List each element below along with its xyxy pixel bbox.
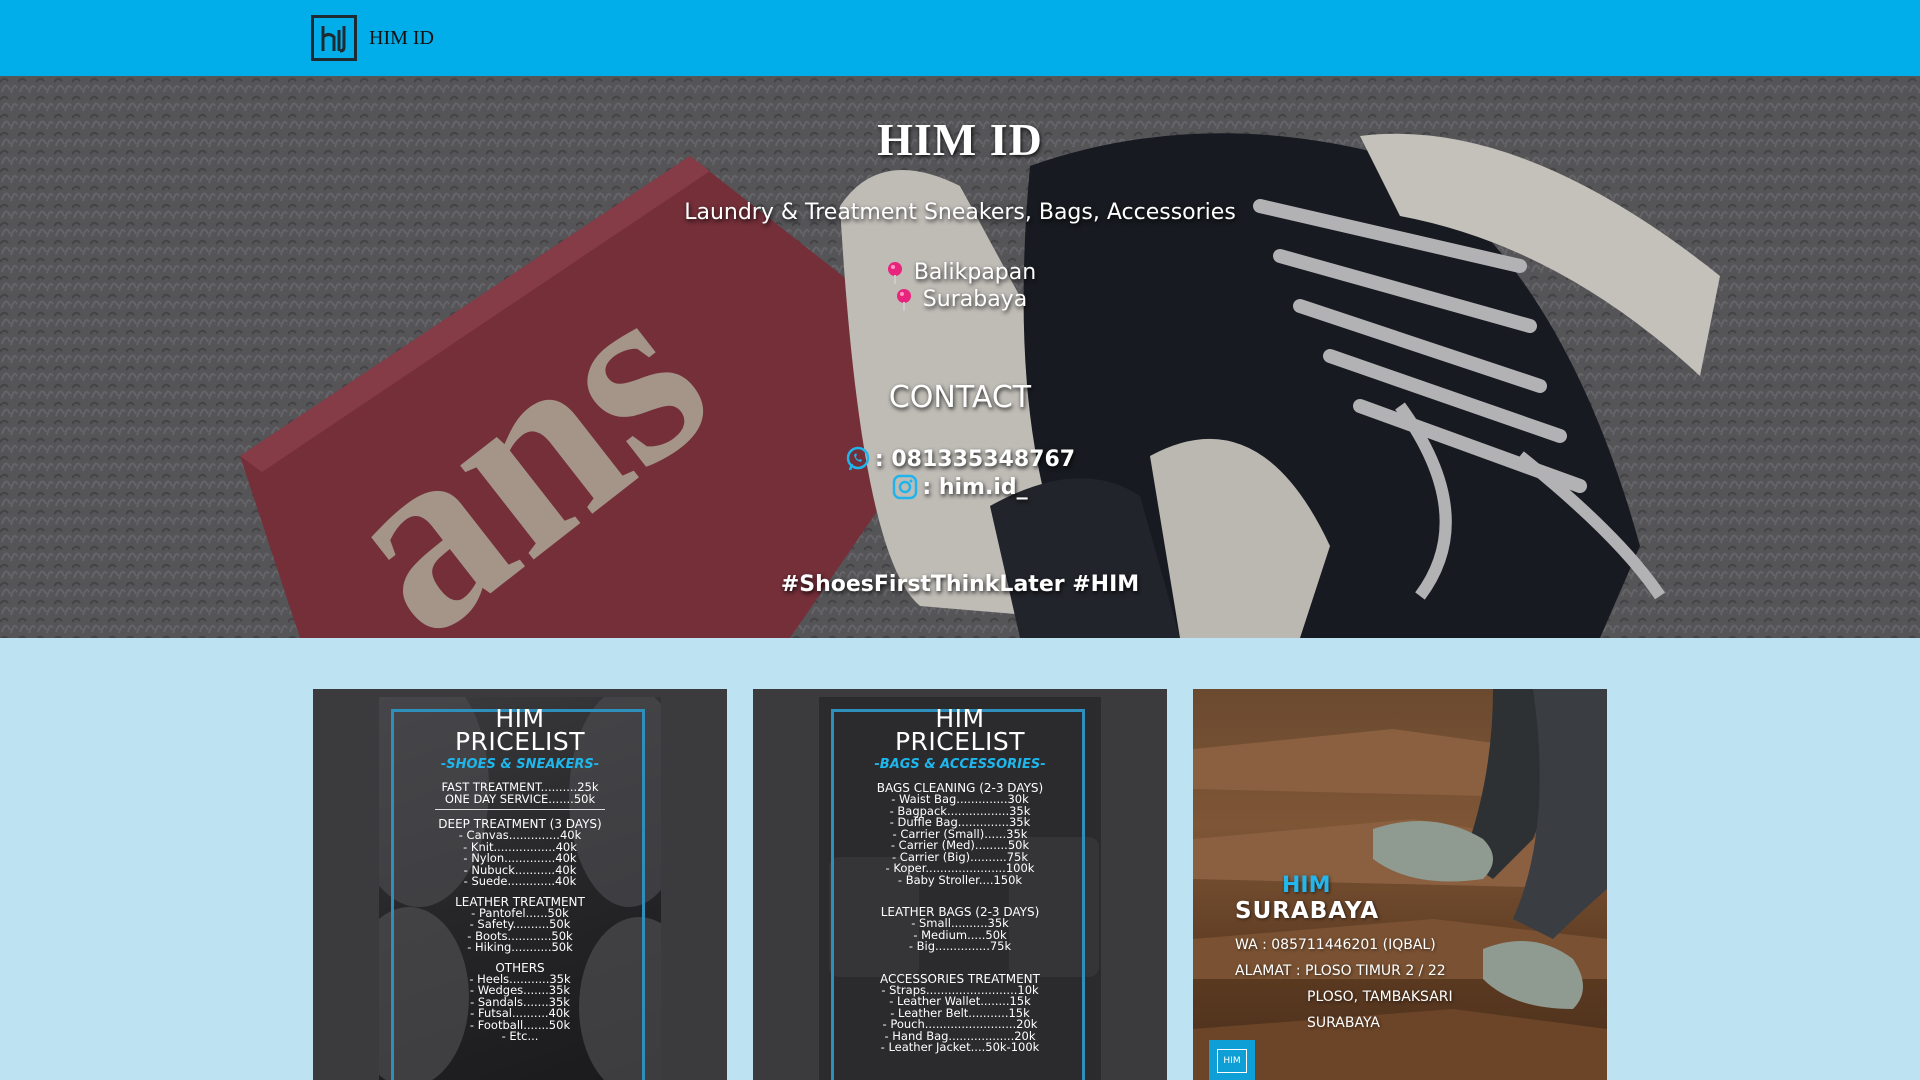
navbar: HIM ID (0, 0, 1920, 76)
surabaya-address: WA : 085711446201 (IQBAL) ALAMAT : PLOSO… (1235, 932, 1453, 1036)
price-line: - Etc... (501, 1029, 539, 1043)
poster-subheading: -SHOES & SNEAKERS- (440, 757, 600, 772)
location-surabaya: Surabaya (922, 287, 1028, 312)
pricelist-card-shoes[interactable]: HIM PRICELIST -SHOES & SNEAKERS- FAST TR… (313, 689, 727, 1080)
location-balikpapan: Balikpapan (913, 260, 1037, 285)
price-line: - Baby Stroller....150k (897, 872, 1023, 887)
brand-name: HIM ID (369, 26, 434, 49)
hero-title: HIM ID (877, 114, 1043, 165)
him-logo-text: HIM (1217, 1049, 1247, 1073)
location-item: Balikpapan (0, 260, 1920, 285)
him-logo-icon: HIM (1209, 1040, 1255, 1080)
location-card-surabaya[interactable]: HIM SURABAYA WA : 085711446201 (IQBAL) A… (1193, 689, 1607, 1080)
surabaya-brand: HIM (1282, 873, 1331, 898)
surabaya-info: HIM SURABAYA WA : 085711446201 (IQBAL) A… (1235, 874, 1453, 1036)
poster-content: HIM PRICELIST -BAGS & ACCESSORIES- BAGS … (819, 706, 1101, 1054)
surabaya-alamat: ALAMAT : PLOSO TIMUR 2 / 22 (1235, 963, 1446, 979)
pricelist-poster-shoes: HIM PRICELIST -SHOES & SNEAKERS- FAST TR… (379, 697, 661, 1080)
contact-title: CONTACT (888, 380, 1032, 415)
instagram-handle: : him.id_ (922, 474, 1028, 500)
contact-instagram[interactable]: : him.id_ (0, 474, 1920, 500)
surabaya-alamat-line2: PLOSO, TAMBAKSARI (1307, 989, 1453, 1005)
brand-logo-icon (311, 15, 357, 61)
whatsapp-number: : 081335348767 (874, 446, 1076, 472)
map-pin-icon (896, 288, 911, 311)
surabaya-alamat-line3: SURABAYA (1307, 1015, 1381, 1031)
location-list: Balikpapan Surabaya (0, 260, 1920, 312)
price-line: - Leather Jacket....50k-100k (880, 1040, 1040, 1054)
price-line: - Suede.............40k (463, 874, 577, 888)
pricelist-poster-bags: HIM PRICELIST -BAGS & ACCESSORIES- BAGS … (819, 697, 1101, 1080)
poster-content: HIM PRICELIST -SHOES & SNEAKERS- FAST TR… (379, 706, 661, 1043)
hero-hashtag: #ShoesFirstThinkLater #HIM (780, 572, 1140, 597)
contact-whatsapp[interactable]: : 081335348767 (0, 446, 1920, 472)
price-line: ONE DAY SERVICE.......50k (444, 791, 596, 806)
brand-link[interactable]: HIM ID (311, 12, 434, 64)
hero-banner: ans HIM ID Laundry & Treatment Sneakers,… (0, 76, 1920, 638)
map-pin-icon (887, 261, 902, 284)
contact-list: : 081335348767 : him.id_ (0, 446, 1920, 500)
pricelist-card-bags[interactable]: HIM PRICELIST -BAGS & ACCESSORIES- BAGS … (753, 689, 1167, 1080)
poster-subheading: -BAGS & ACCESSORIES- (874, 757, 1046, 772)
hero-subtitle: Laundry & Treatment Sneakers, Bags, Acce… (684, 200, 1236, 225)
poster-heading: PRICELIST (894, 727, 1025, 756)
location-item: Surabaya (0, 287, 1920, 312)
divider (435, 809, 605, 810)
price-line: - Hiking...........50k (467, 940, 573, 954)
whatsapp-icon (846, 446, 870, 471)
surabaya-city: SURABAYA (1235, 898, 1380, 924)
price-line: - Big...............75k (908, 939, 1012, 953)
poster-heading: PRICELIST (454, 727, 585, 756)
surabaya-wa: WA : 085711446201 (IQBAL) (1235, 937, 1436, 953)
instagram-icon (893, 474, 918, 500)
